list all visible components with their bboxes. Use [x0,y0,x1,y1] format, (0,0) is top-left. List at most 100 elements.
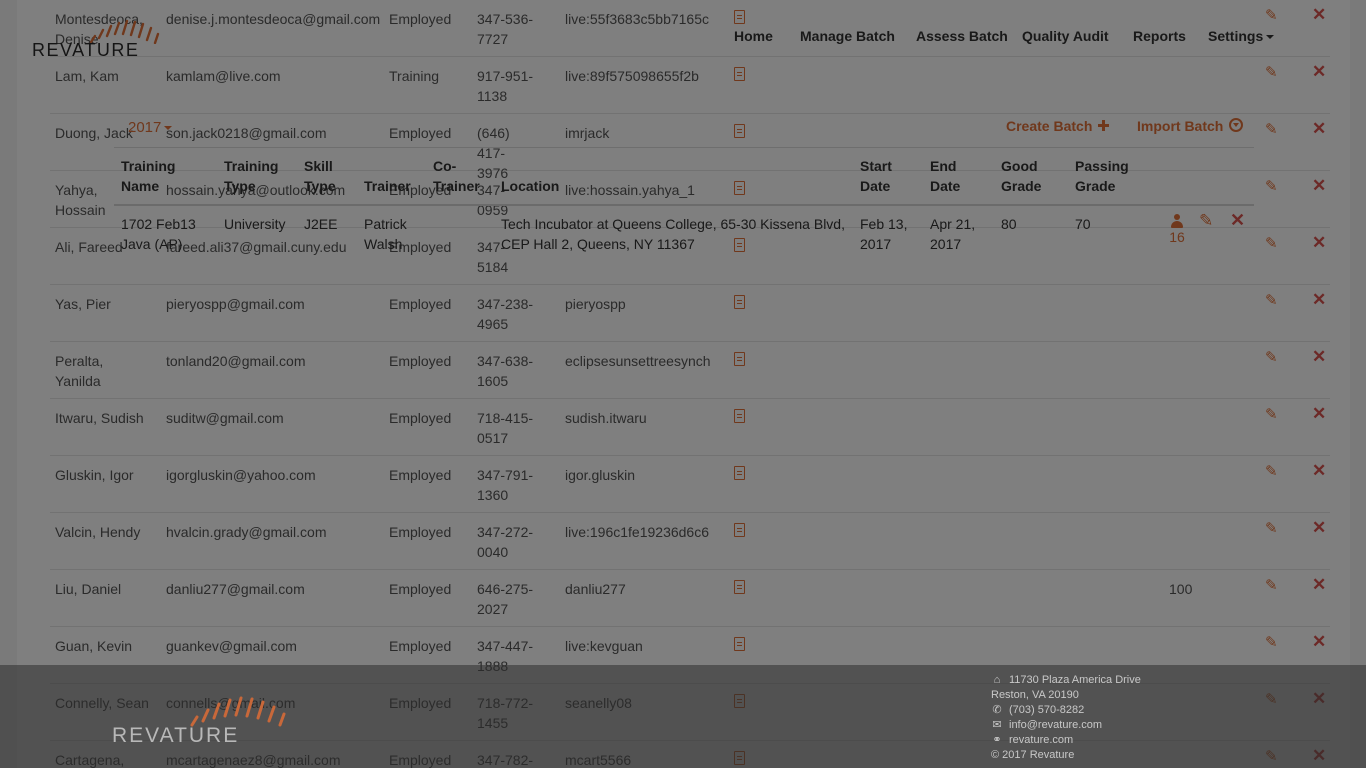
footer-logo: REVATURE [112,691,292,747]
address-line-1: 11730 Plaza America Drive [1009,674,1141,686]
footer-logo-wordmark: REVATURE [112,724,240,747]
trainee-count: 16 [1169,229,1185,245]
close-icon[interactable]: ✕ [1312,290,1326,310]
header-line: Good [1001,158,1038,174]
trainee-skype: danliu277 [565,581,626,597]
close-icon[interactable]: ✕ [1312,575,1326,595]
batch-training-type: University [224,216,286,232]
header-start-date[interactable]: Start Date [860,156,892,196]
header-line: Trainer [433,178,480,194]
pencil-icon[interactable]: ✎ [1265,462,1278,482]
pencil-icon[interactable]: ✎ [1265,519,1278,539]
close-icon[interactable]: ✕ [1312,176,1326,196]
trainee-phone: 347-238- 4965 [477,296,534,332]
nav-assess-batch[interactable]: Assess Batch [916,28,1008,44]
import-batch-button[interactable]: Import Batch [1137,118,1244,134]
close-icon[interactable]: ✕ [1312,119,1326,139]
trainee-skype: igor.gluskin [565,467,636,483]
footer-email[interactable]: ✉ info@revature.com [991,718,1141,733]
pencil-icon[interactable]: ✎ [1265,633,1278,653]
nav-reports[interactable]: Reports [1133,28,1186,44]
header-line: Date [860,178,891,194]
cell-line: Feb 13, [860,216,908,232]
resume-icon[interactable] [734,124,745,138]
cell-line: 2017 [930,236,962,252]
header-line: Date [930,178,961,194]
header-trainer[interactable]: Trainer [364,176,411,196]
resume-icon[interactable] [734,409,745,423]
resume-icon[interactable] [734,181,745,195]
address-line-2: Reston, VA 20190 [991,689,1079,701]
nav-manage-batch[interactable]: Manage Batch [800,28,895,44]
table-row: Itwaru, Sudish suditw@gmail.com Employed 71… [50,399,1330,456]
cell-line: CEP Hall 2, Queens, NY 11367 [501,236,695,252]
resume-icon[interactable] [734,637,745,651]
trainee-status: Employed [389,638,452,654]
cell-line: Tech Incubator at Queens College, 65-30 … [501,216,845,232]
create-batch-button[interactable]: Create Batch [1006,118,1110,134]
close-icon[interactable]: ✕ [1312,347,1326,367]
header-line: Type [304,178,336,194]
edit-batch-button[interactable]: ✎ [1199,211,1213,231]
pencil-icon[interactable]: ✎ [1265,291,1278,311]
trainee-name: Itwaru, Sudish [55,410,144,426]
website-link: revature.com [1009,734,1074,746]
table-row: Yas, Pier pieryospp@gmail.com Employed 347-… [50,285,1330,342]
nav-quality-audit[interactable]: Quality Audit [1022,28,1109,44]
pencil-icon[interactable]: ✎ [1265,405,1278,425]
email-link: info@revature.com [1009,719,1103,731]
trainee-status: Employed [389,296,452,312]
footer-contact: ⌂ 11730 Plaza America Drive Reston, VA 20… [991,673,1141,763]
resume-icon[interactable] [734,466,745,480]
envelope-icon: ✉ [992,719,1002,731]
pencil-icon[interactable]: ✎ [1265,120,1278,140]
trainee-status: Employed [389,353,452,369]
resume-icon[interactable] [734,295,745,309]
logo-arcs-icon [190,696,286,727]
close-icon[interactable]: ✕ [1312,461,1326,481]
resume-icon[interactable] [734,580,745,594]
batch-trainer: Patrick Walsh [364,214,407,254]
delete-batch-button[interactable]: ✕ [1230,210,1245,231]
resume-icon[interactable] [734,523,745,537]
chevron-down-icon [164,126,173,131]
phone-icon: ✆ [992,704,1002,716]
pencil-icon[interactable]: ✎ [1265,576,1278,596]
header-skill-type[interactable]: Skill Type [304,156,336,196]
header-line: Skill [304,158,333,174]
trainee-skype: imrjack [565,125,610,141]
table-row: Valcin, Hendy hvalcin.grady@gmail.com Empl… [50,513,1330,570]
pencil-icon: ✎ [1199,211,1214,230]
trainee-phone: 646-275- 2027 [477,581,534,617]
trainee-email: tonland20@gmail.com [166,353,306,369]
pencil-icon[interactable]: ✎ [1265,234,1278,254]
close-icon[interactable]: ✕ [1312,233,1326,253]
year-dropdown[interactable]: 2017 [128,119,173,136]
trainee-skype: live:hossain.yahya_1 [565,182,695,198]
close-icon[interactable]: ✕ [1312,632,1326,652]
trainee-phone: 718-415- 0517 [477,410,534,446]
header-location[interactable]: Location [501,176,559,196]
cell-line: 2017 [860,236,892,252]
view-trainees-button[interactable]: 16 [1166,214,1188,245]
nav-settings-dropdown[interactable]: Settings [1208,28,1275,44]
pencil-icon[interactable]: ✎ [1265,177,1278,197]
header-co-trainer[interactable]: Co- Trainer [433,156,480,196]
header-line: Training [121,158,176,174]
footer-website[interactable]: ⚭ revature.com [991,733,1141,748]
close-icon[interactable]: ✕ [1312,404,1326,424]
nav-home[interactable]: Home [734,28,773,44]
batch-start-date: Feb 13, 2017 [860,214,907,254]
download-circle-icon [1229,118,1244,132]
header-training-name[interactable]: Training Name [121,156,175,196]
pencil-icon[interactable]: ✎ [1265,348,1278,368]
header-end-date[interactable]: End Date [930,156,960,196]
resume-icon[interactable] [734,352,745,366]
table-row: Gluskin, Igor igorgluskin@yahoo.com Employ… [50,456,1330,513]
header-training-type[interactable]: Training Type [224,156,278,196]
header-passing-grade[interactable]: Passing Grade [1075,156,1129,196]
close-icon[interactable]: ✕ [1312,518,1326,538]
header-good-grade[interactable]: Good Grade [1001,156,1041,196]
revature-logo[interactable]: REVATURE [30,14,180,64]
trainee-table-background: Montesdeoca, Denise denise.j.montesdeoca@g… [17,0,1350,768]
